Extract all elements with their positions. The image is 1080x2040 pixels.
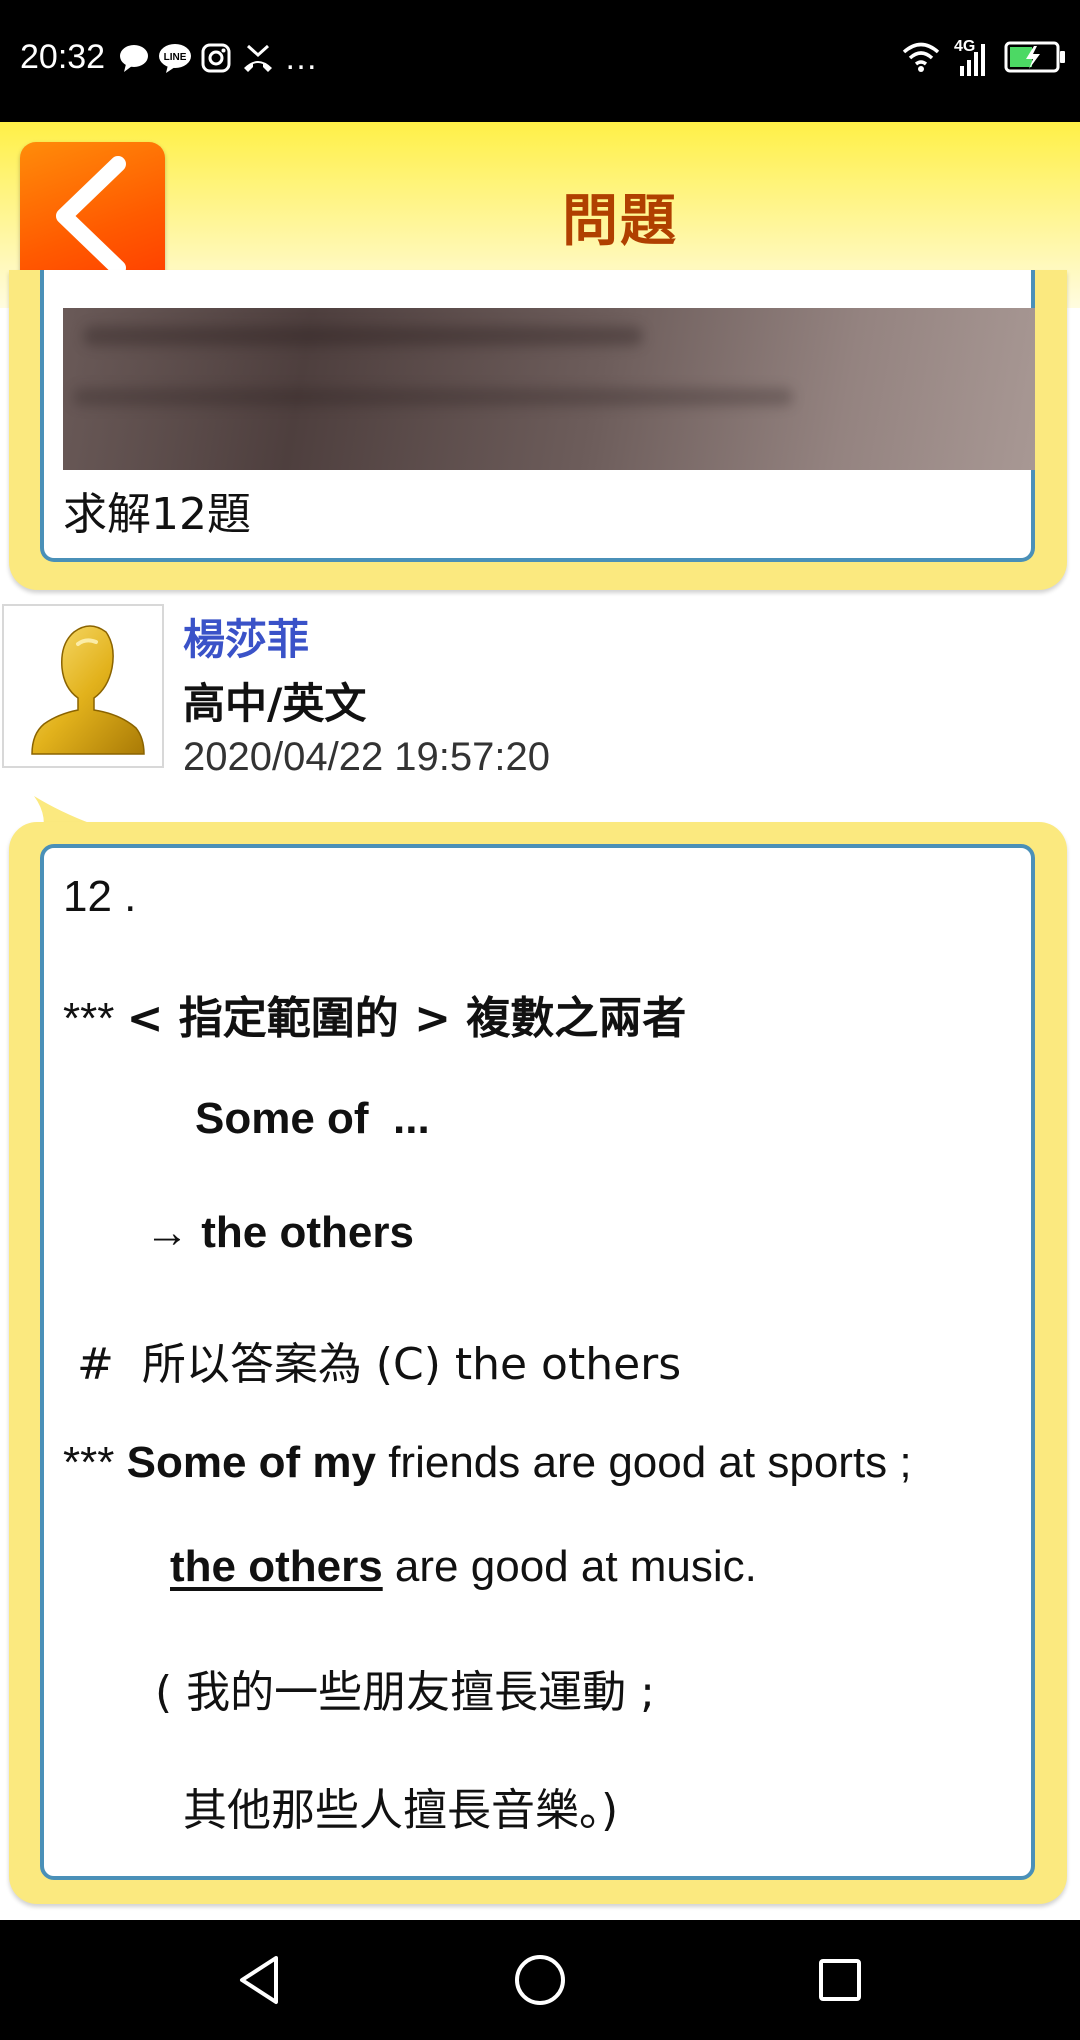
more-notifications: … xyxy=(284,38,318,77)
nav-back-button[interactable] xyxy=(200,1920,320,2040)
signal-icon: 4G xyxy=(954,38,990,76)
user-silhouette-icon xyxy=(31,625,145,755)
answer-line-7: the others are good at music. xyxy=(170,1542,757,1591)
status-bar: 20:32 LINE … 4G xyxy=(0,0,1080,122)
status-time: 20:32 xyxy=(20,38,106,76)
svg-text:LINE: LINE xyxy=(164,52,187,63)
answer-line-9: 其他那些人擅長音樂。) xyxy=(183,1785,619,1836)
answer-line-3: Some of ... xyxy=(195,1094,430,1143)
answer-line-8: ( 我的一些朋友擅長運動 ; xyxy=(155,1667,655,1718)
chat-bubble-icon xyxy=(118,42,150,74)
answer-line-6: *** Some of my friends are good at sport… xyxy=(63,1438,912,1487)
answer-line-2: *** < 指定範圍的 > 複數之兩者 xyxy=(63,993,687,1044)
question-photo[interactable] xyxy=(63,308,1035,470)
answer-line-5: # 所以答案為 (C) the others xyxy=(63,1339,682,1390)
nav-back-icon xyxy=(240,1956,278,2004)
system-indicators: 4G xyxy=(902,38,1066,78)
nav-recents-button[interactable] xyxy=(780,1920,900,2040)
answer-line-4: → the others xyxy=(145,1208,414,1257)
notification-icons: LINE … xyxy=(118,38,318,78)
avatar[interactable] xyxy=(2,604,164,768)
question-text: 求解12題 xyxy=(63,489,251,540)
missed-call-icon xyxy=(240,42,276,74)
navigation-bar xyxy=(0,1920,1080,2040)
page-title: 問題 xyxy=(562,189,678,254)
nav-recents-icon xyxy=(819,1959,861,2001)
nav-home-icon xyxy=(515,1955,565,2005)
wifi-icon xyxy=(902,41,940,77)
answerer-subject: 高中/英文 xyxy=(183,679,367,728)
answerer-name[interactable]: 楊莎菲 xyxy=(183,606,309,667)
battery-charging-icon xyxy=(1004,40,1066,78)
line-app-icon: LINE xyxy=(158,42,192,74)
instagram-icon xyxy=(200,42,232,74)
answer-timestamp: 2020/04/22 19:57:20 xyxy=(183,735,551,779)
nav-home-button[interactable] xyxy=(480,1920,600,2040)
answer-line-1: 12 . xyxy=(63,872,137,921)
